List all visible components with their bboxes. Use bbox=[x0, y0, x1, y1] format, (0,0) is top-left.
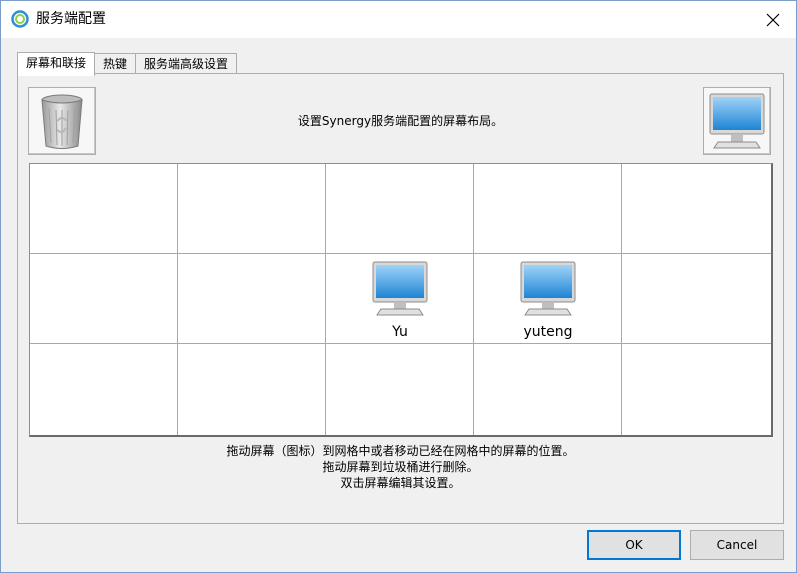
grid-cell[interactable] bbox=[326, 164, 474, 254]
grid-cell[interactable] bbox=[622, 164, 771, 254]
monitor-icon bbox=[709, 93, 765, 149]
screen-item[interactable]: yuteng bbox=[474, 254, 622, 344]
cancel-button[interactable]: Cancel bbox=[690, 530, 784, 560]
ok-button[interactable]: OK bbox=[587, 530, 681, 560]
layout-hints: 拖动屏幕（图标）到网格中或者移动已经在网格中的屏幕的位置。 拖动屏幕到垃圾桶进行… bbox=[18, 443, 783, 491]
grid-cell[interactable] bbox=[622, 344, 771, 435]
grid-cell[interactable] bbox=[178, 164, 326, 254]
grid-cell[interactable] bbox=[30, 344, 178, 435]
close-button[interactable] bbox=[750, 1, 796, 38]
window-title: 服务端配置 bbox=[36, 11, 106, 27]
synergy-app-icon bbox=[11, 10, 29, 28]
title-bar: 服务端配置 bbox=[1, 1, 796, 38]
tab-bar: 屏幕和联接 热键 服务端高级设置 bbox=[17, 52, 238, 76]
screen-layout-grid[interactable]: Yu yuteng bbox=[29, 163, 773, 437]
grid-cell[interactable] bbox=[474, 164, 622, 254]
hint-drag-to-grid: 拖动屏幕（图标）到网格中或者移动已经在网格中的屏幕的位置。 bbox=[226, 444, 575, 458]
grid-cell[interactable] bbox=[622, 254, 771, 344]
grid-cell[interactable] bbox=[30, 164, 178, 254]
screen-item[interactable]: Yu bbox=[326, 254, 474, 344]
hint-double-click: 双击屏幕编辑其设置。 bbox=[340, 476, 461, 490]
monitor-icon bbox=[520, 261, 576, 316]
screen-name-label: yuteng bbox=[523, 324, 573, 340]
server-config-window: 服务端配置 屏幕和联接 热键 服务端高级设置 设置Synergy服务端配置的屏幕… bbox=[0, 0, 797, 573]
grid-cell[interactable] bbox=[178, 344, 326, 435]
close-icon bbox=[766, 13, 780, 26]
tab-screens-and-links[interactable]: 屏幕和联接 bbox=[17, 52, 96, 76]
layout-description: 设置Synergy服务端配置的屏幕布局。 bbox=[297, 114, 504, 128]
monitor-icon bbox=[372, 261, 428, 316]
tab-advanced-server-settings[interactable]: 服务端高级设置 bbox=[135, 53, 238, 75]
screens-tab-panel: 设置Synergy服务端配置的屏幕布局。 Yu yuteng 拖动屏幕（图标）到网… bbox=[17, 73, 784, 524]
grid-cell[interactable] bbox=[178, 254, 326, 344]
screen-name-label: Yu bbox=[392, 324, 408, 340]
grid-cell[interactable] bbox=[30, 254, 178, 344]
grid-cell[interactable] bbox=[326, 344, 474, 435]
tab-hotkeys[interactable]: 热键 bbox=[94, 53, 137, 75]
new-screen-source[interactable] bbox=[703, 87, 771, 155]
hint-drag-to-trash: 拖动屏幕到垃圾桶进行删除。 bbox=[322, 460, 479, 474]
grid-cell[interactable] bbox=[474, 344, 622, 435]
